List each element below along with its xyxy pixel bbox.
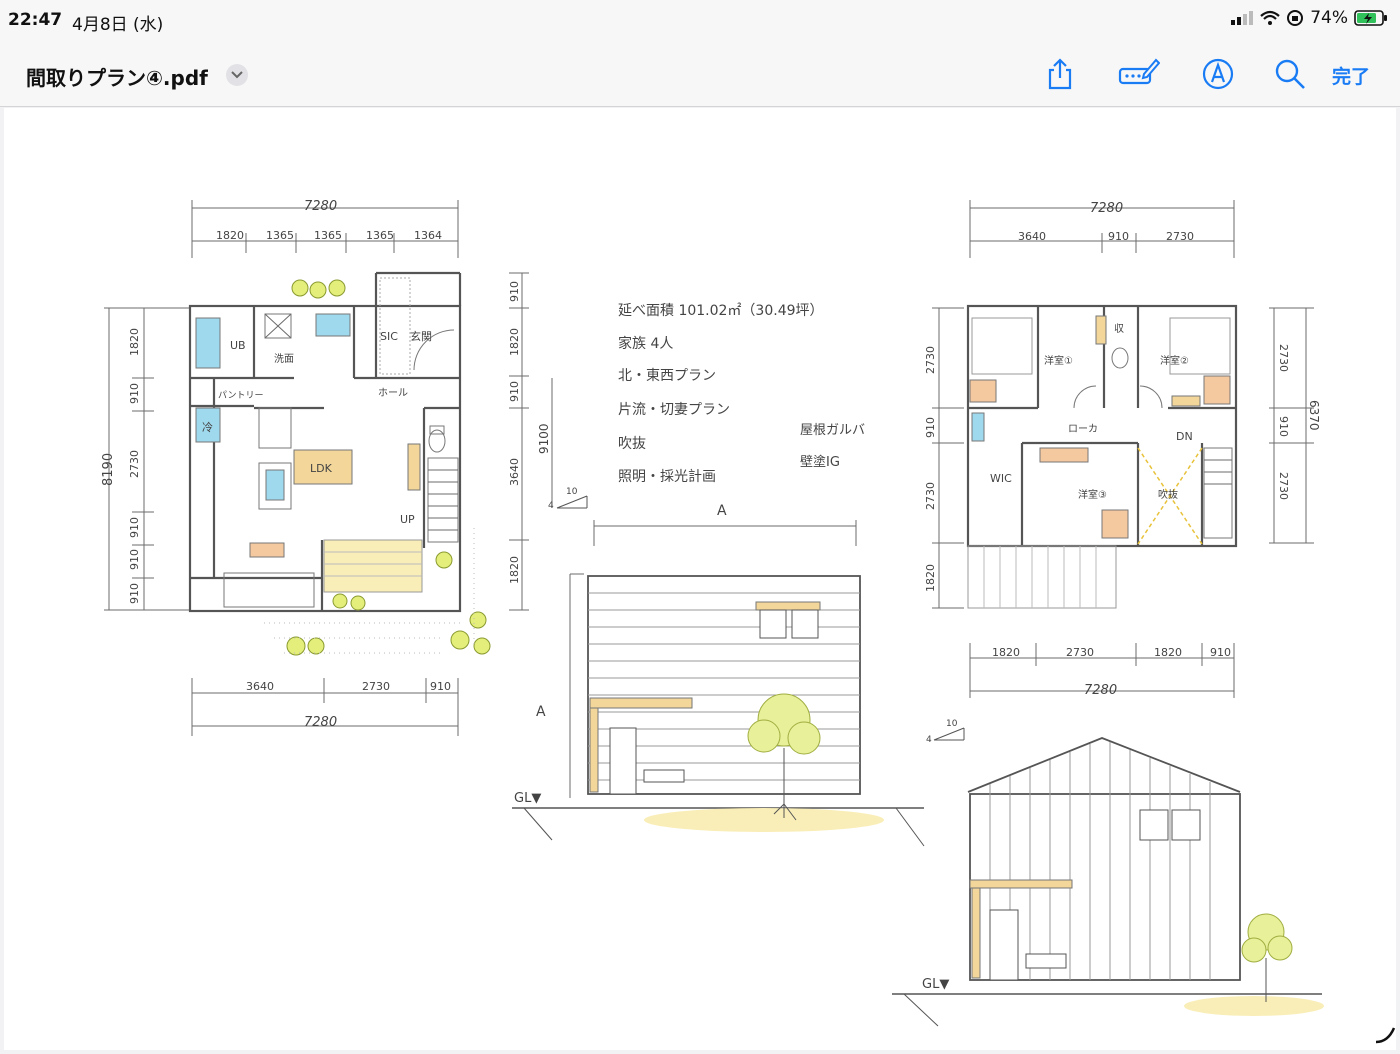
plan1-bottom-total: 7280 bbox=[304, 715, 337, 730]
signal-icon bbox=[1231, 11, 1254, 25]
elev2-gl: GL▼ bbox=[922, 977, 949, 992]
room-sic: SIC bbox=[380, 330, 398, 343]
plan1-left-total: 8190 bbox=[101, 453, 116, 486]
plan1-right-dim: 910 bbox=[508, 381, 521, 402]
plan1-left-dim: 1820 bbox=[128, 328, 141, 356]
chevron-down-icon bbox=[231, 71, 243, 79]
plan1-top-dim: 1365 bbox=[266, 229, 294, 242]
plan2-right-dim: 910 bbox=[1277, 416, 1290, 437]
room-wash: 洗面 bbox=[274, 353, 294, 365]
room-fridge: 冷 bbox=[202, 421, 213, 434]
markup-icon[interactable] bbox=[1118, 56, 1160, 92]
resize-handle-icon[interactable] bbox=[1372, 1020, 1398, 1046]
done-button[interactable]: 完了 bbox=[1332, 62, 1370, 89]
room-ub: UB bbox=[230, 339, 246, 352]
floor-plan-drawing: 7280 1820 1365 1365 1365 1364 3640 2730 … bbox=[101, 199, 1324, 1027]
plan2-left-dim: 1820 bbox=[924, 564, 937, 592]
room-ldk: LDK bbox=[310, 462, 333, 475]
elev1-left-mark: A bbox=[536, 704, 546, 720]
plan1-left-dim: 910 bbox=[128, 517, 141, 538]
elev2-slope-small: 4 bbox=[926, 735, 932, 745]
toolbar: 間取りプラン④.pdf 完了 bbox=[0, 42, 1400, 107]
note-right-line: 屋根ガルバ bbox=[800, 423, 865, 438]
room-hall: ホール bbox=[378, 387, 408, 399]
plan2-left-dim: 910 bbox=[924, 417, 937, 438]
note-line: 照明・採光計画 bbox=[618, 469, 716, 485]
status-bar: 22:47 4月8日 (水) 74% bbox=[0, 0, 1400, 42]
room-corridor: ローカ bbox=[1068, 423, 1098, 435]
plan1-bottom-dim: 910 bbox=[430, 680, 451, 693]
plan2-bottom-dim: 2730 bbox=[1066, 646, 1094, 659]
battery-percent: 74% bbox=[1310, 8, 1348, 28]
pencil-circle-icon[interactable] bbox=[1200, 56, 1236, 92]
plan1-left-dim: 2730 bbox=[128, 450, 141, 478]
plan1-top-dim: 1365 bbox=[366, 229, 394, 242]
note-line: 家族 4人 bbox=[618, 335, 673, 352]
plan1-top-total: 7280 bbox=[304, 199, 337, 214]
title-menu-button[interactable] bbox=[226, 64, 248, 86]
plan2-bottom-dim: 1820 bbox=[1154, 646, 1182, 659]
status-time: 22:47 bbox=[8, 10, 63, 30]
status-indicators: 74% bbox=[1230, 8, 1388, 28]
elevation-2 bbox=[892, 727, 1324, 1027]
room-western-2: 洋室② bbox=[1160, 354, 1189, 367]
wifi-icon bbox=[1260, 10, 1280, 25]
plan1-right-total: 9100 bbox=[537, 423, 551, 454]
elev1-slope-small: 4 bbox=[548, 501, 554, 511]
note-right-line: 壁塗IG bbox=[800, 454, 840, 470]
plan2-bottom-dim: 910 bbox=[1210, 646, 1231, 659]
plan2-top-dim: 910 bbox=[1108, 230, 1129, 243]
elevation-1 bbox=[512, 520, 925, 847]
plan1-bottom-dim: 2730 bbox=[362, 680, 390, 693]
room-dn: DN bbox=[1176, 430, 1193, 443]
plan1-right-dim: 1820 bbox=[508, 328, 521, 356]
orientation-lock-icon bbox=[1287, 10, 1304, 26]
document-title[interactable]: 間取りプラン④.pdf bbox=[26, 62, 208, 91]
plan1-left-dim: 910 bbox=[128, 549, 141, 570]
plan-2 bbox=[932, 200, 1314, 698]
plan1-right-dim: 3640 bbox=[508, 458, 521, 486]
room-void: 吹抜 bbox=[1158, 488, 1178, 501]
elev1-section-mark: A bbox=[717, 503, 727, 519]
elev1-gl: GL▼ bbox=[514, 791, 541, 806]
elev1-slope: 10 bbox=[566, 487, 578, 497]
plan2-left-dim: 2730 bbox=[924, 346, 937, 374]
battery-icon bbox=[1354, 10, 1387, 26]
note-line: 片流・切妻プラン bbox=[618, 402, 730, 418]
room-western-1: 洋室① bbox=[1044, 354, 1073, 367]
plan1-top-dim: 1364 bbox=[414, 229, 442, 242]
room-wic: WIC bbox=[990, 472, 1012, 485]
room-up: UP bbox=[400, 513, 415, 526]
plan2-right-dim: 2730 bbox=[1277, 472, 1290, 500]
plan1-right-dim: 1820 bbox=[508, 556, 521, 584]
plan2-top-dim: 3640 bbox=[1018, 230, 1046, 243]
search-icon[interactable] bbox=[1272, 56, 1308, 92]
plan1-left-dim: 910 bbox=[128, 383, 141, 404]
note-line: 延べ面積 101.02㎡（30.49坪） bbox=[618, 303, 824, 319]
plan1-left-dim: 910 bbox=[128, 583, 141, 604]
share-icon[interactable] bbox=[1042, 56, 1078, 92]
plan1-top-dim: 1365 bbox=[314, 229, 342, 242]
note-line: 北・東西プラン bbox=[618, 368, 716, 384]
room-pantry: パントリー bbox=[218, 390, 263, 401]
plan2-top-dim: 2730 bbox=[1166, 230, 1194, 243]
plan2-left-dim: 2730 bbox=[924, 482, 937, 510]
pdf-page[interactable]: 7280 1820 1365 1365 1365 1364 3640 2730 … bbox=[4, 108, 1396, 1050]
plan2-right-dim: 2730 bbox=[1277, 344, 1290, 372]
plan2-bottom-total: 7280 bbox=[1084, 683, 1117, 698]
plan2-top-total: 7280 bbox=[1090, 201, 1123, 216]
status-date: 4月8日 (水) bbox=[72, 15, 164, 35]
plan1-top-dim: 1820 bbox=[216, 229, 244, 242]
room-western-3: 洋室③ bbox=[1078, 488, 1107, 501]
plan1-bottom-dim: 3640 bbox=[246, 680, 274, 693]
elev2-slope: 10 bbox=[946, 719, 958, 729]
plan2-bottom-dim: 1820 bbox=[992, 646, 1020, 659]
plan2-right-total: 6370 bbox=[1307, 400, 1321, 431]
plan1-right-dim: 910 bbox=[508, 281, 521, 302]
note-line: 吹抜 bbox=[618, 436, 646, 452]
room-storage: 収 bbox=[1114, 323, 1124, 335]
room-genkan: 玄関 bbox=[410, 329, 432, 343]
